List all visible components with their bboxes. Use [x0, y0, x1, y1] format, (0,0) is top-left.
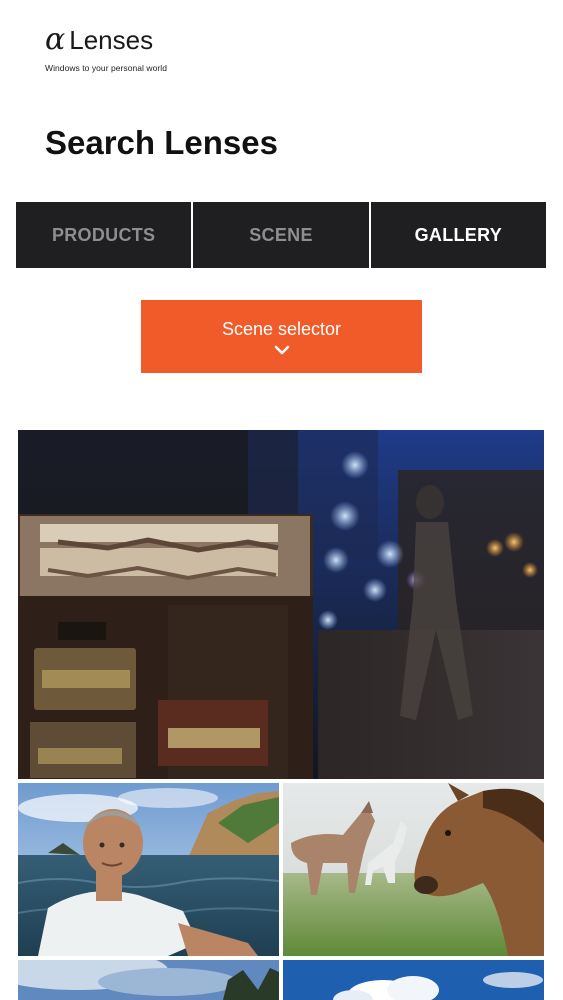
- scene-selector-label: Scene selector: [221, 319, 342, 339]
- tab-scene[interactable]: SCENE: [193, 202, 369, 268]
- alpha-logo-icon: α: [45, 22, 66, 57]
- page-title: Search Lenses: [45, 124, 278, 161]
- scene-selector-button[interactable]: Scene selector: [141, 300, 422, 373]
- tab-bar: PRODUCTS SCENE GALLERY: [16, 202, 546, 268]
- horses-photo: [283, 783, 544, 956]
- tab-gallery[interactable]: GALLERY: [370, 202, 546, 268]
- tagline: Windows to your personal world: [45, 63, 167, 73]
- tab-products[interactable]: PRODUCTS: [16, 202, 192, 268]
- brand-name: Lenses: [69, 25, 154, 55]
- night-street-photo: [18, 430, 544, 779]
- gallery-photo-sky[interactable]: [18, 960, 279, 1000]
- gallery-photo-fisherman[interactable]: [18, 783, 279, 956]
- chevron-down-icon: [274, 345, 289, 355]
- logo[interactable]: α Lenses Windows to your personal world: [45, 22, 167, 74]
- sky-photo: [18, 960, 279, 1000]
- gallery-photo-night-street[interactable]: [18, 430, 544, 779]
- gallery-photo-sky-clouds[interactable]: [283, 960, 544, 1000]
- fisherman-photo: [18, 783, 279, 956]
- sky-clouds-photo: [283, 960, 544, 1000]
- gallery-photo-horses[interactable]: [283, 783, 544, 956]
